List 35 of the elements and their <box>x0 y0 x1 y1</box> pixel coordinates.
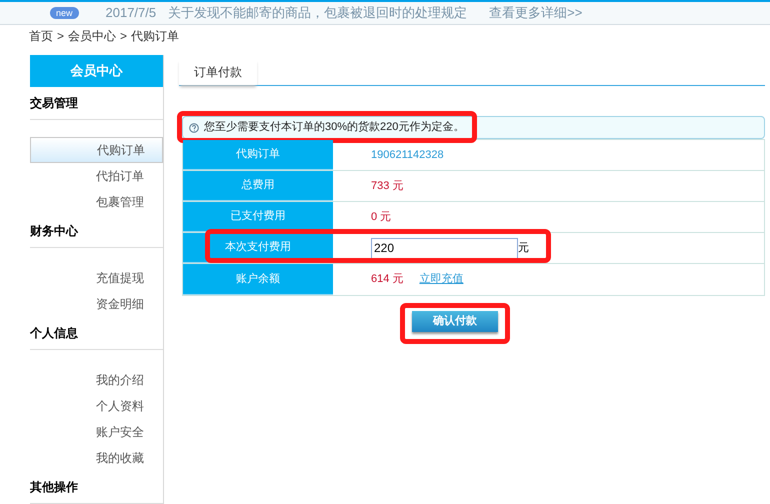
sidebar-item[interactable]: 我的介绍 <box>30 367 163 393</box>
sidebar-item[interactable]: 代购订单 <box>30 137 163 163</box>
row-label: 代购订单 <box>183 140 333 170</box>
sidebar-group-heading: 其他操作 <box>30 471 163 504</box>
order-number: 190621142328 <box>371 148 444 163</box>
sidebar-item[interactable]: 代拍订单 <box>30 163 163 189</box>
payment-input[interactable]: 220 <box>371 238 518 258</box>
row-label: 总费用 <box>183 171 333 201</box>
tab[interactable]: 订单付款 <box>179 59 257 85</box>
unit-label: 元 <box>518 240 529 256</box>
sidebar-item[interactable]: 包裹管理 <box>30 189 163 215</box>
amount-value: 0 元 <box>371 210 392 225</box>
breadcrumb-link[interactable]: 代购订单 <box>131 27 180 45</box>
amount-value: 733 元 <box>371 178 404 194</box>
sidebar-item[interactable]: 充值提现 <box>30 265 163 291</box>
sidebar-group-heading: 个人信息 <box>30 317 163 350</box>
row-label: 已支付费用 <box>183 202 333 232</box>
breadcrumb-link[interactable]: 会员中心 <box>68 27 116 45</box>
announcement-text: 关于发现不能邮寄的商品，包裹被退回时的处理规定 <box>168 4 468 22</box>
row-label: 账户余额 <box>183 264 333 295</box>
sidebar-item[interactable]: 我的收藏 <box>30 445 163 471</box>
sidebar-title: 会员中心 <box>30 55 163 87</box>
amount-value: 614 元 <box>371 272 404 288</box>
sidebar-item[interactable]: 账户安全 <box>30 419 163 445</box>
breadcrumb-separator: > <box>57 28 64 45</box>
breadcrumb-link[interactable]: 首页 <box>29 27 53 45</box>
announcement-date: 2017/7/5 <box>106 4 156 22</box>
breadcrumb-separator: > <box>120 28 128 45</box>
sidebar-group-heading: 交易管理 <box>30 87 163 120</box>
question-icon <box>189 122 199 132</box>
new-badge: new <box>50 7 79 19</box>
notice-text: 您至少需要支付本订单的30%的货款220元作为定金。 <box>204 120 464 136</box>
sidebar-item[interactable]: 资金明细 <box>30 291 163 317</box>
sidebar-group-heading: 财务中心 <box>30 215 163 248</box>
sidebar-item[interactable]: 个人资料 <box>30 393 163 419</box>
